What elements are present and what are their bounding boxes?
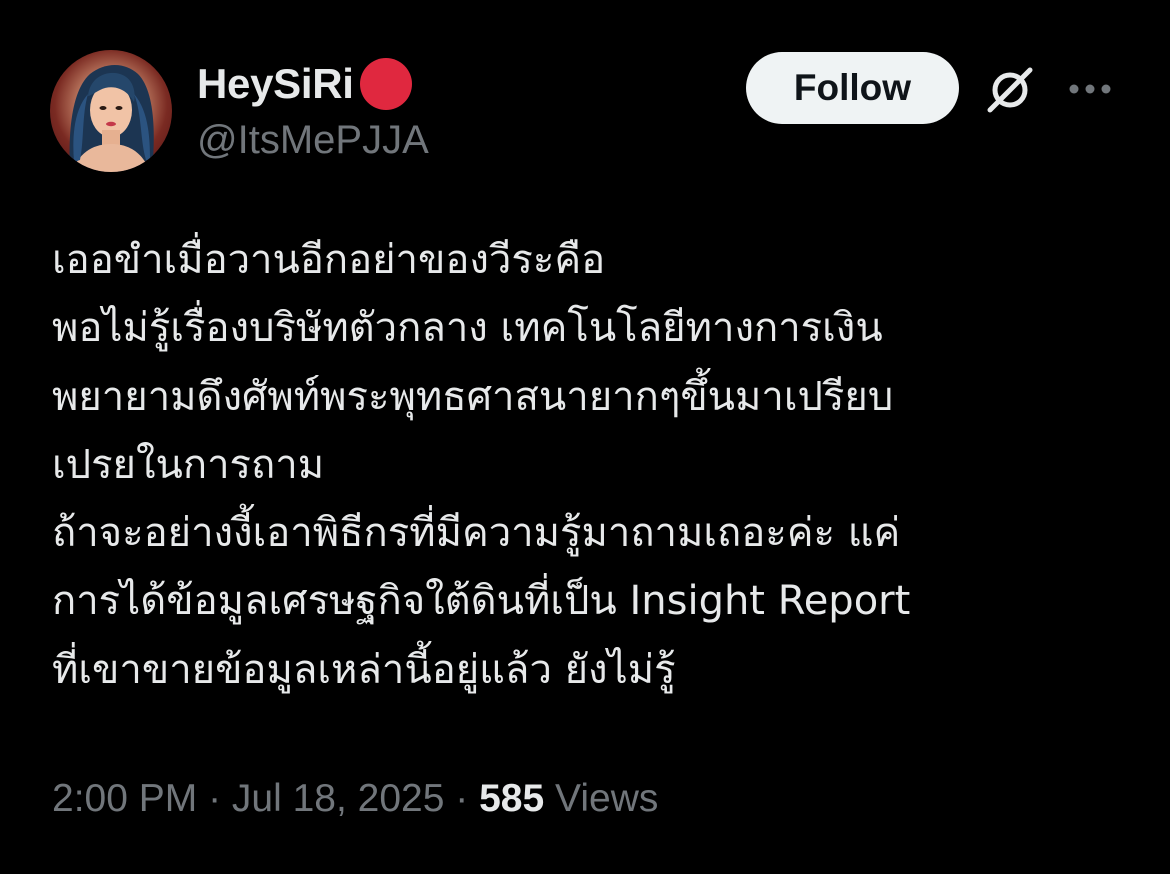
author-display-name[interactable]: HeySiRi — [197, 60, 354, 108]
red-circle-emoji — [359, 58, 412, 110]
tweet-time[interactable]: 2:00 PM — [52, 777, 197, 820]
tweet: HeySiRi @ItsMePJJA Follow เออขำเมื่อวานอ… — [0, 0, 1170, 874]
more-horizontal-icon[interactable] — [1066, 74, 1114, 104]
author-name-row: HeySiRi — [197, 58, 412, 110]
tweet-text-line: การได้ข้อมูลเศรษฐกิจใต้ดินที่เป็น Insigh… — [52, 578, 911, 625]
views-count: 585 — [479, 777, 545, 820]
views-label: Views — [555, 777, 659, 820]
tweet-text: เออขำเมื่อวานอีกอย่าของวีระคือ พอไม่รู้เ… — [52, 226, 1142, 704]
grok-icon[interactable] — [982, 62, 1038, 118]
tweet-text-line: เออขำเมื่อวานอีกอย่าของวีระคือ — [52, 237, 606, 283]
meta-separator: · — [444, 777, 480, 820]
tweet-text-line: ถ้าจะอย่างงี้เอาพิธีกรที่มีความรู้มาถามเ… — [52, 510, 901, 557]
tweet-text-line: พยายามดึงศัพท์พระพุทธศาสนายากๆขึ้นมาเปรี… — [52, 373, 894, 420]
follow-button[interactable]: Follow — [746, 52, 959, 124]
tweet-date[interactable]: Jul 18, 2025 — [232, 777, 445, 820]
meta-separator: · — [197, 777, 232, 820]
tweet-meta: 2:00 PM · Jul 18, 2025 · 585 Views — [52, 775, 658, 823]
avatar-image — [69, 65, 154, 172]
avatar[interactable] — [50, 50, 172, 172]
tweet-text-line: พอไม่รู้เรื่องบริษัทตัวกลาง เทคโนโลยีทาง… — [52, 305, 883, 352]
tweet-text-line: เปรยในการถาม — [52, 441, 325, 488]
tweet-text-line: ที่เขาขายข้อมูลเหล่านี้อยู่แล้ว ยังไม่รู… — [52, 646, 676, 693]
author-handle[interactable]: @ItsMePJJA — [197, 116, 429, 164]
